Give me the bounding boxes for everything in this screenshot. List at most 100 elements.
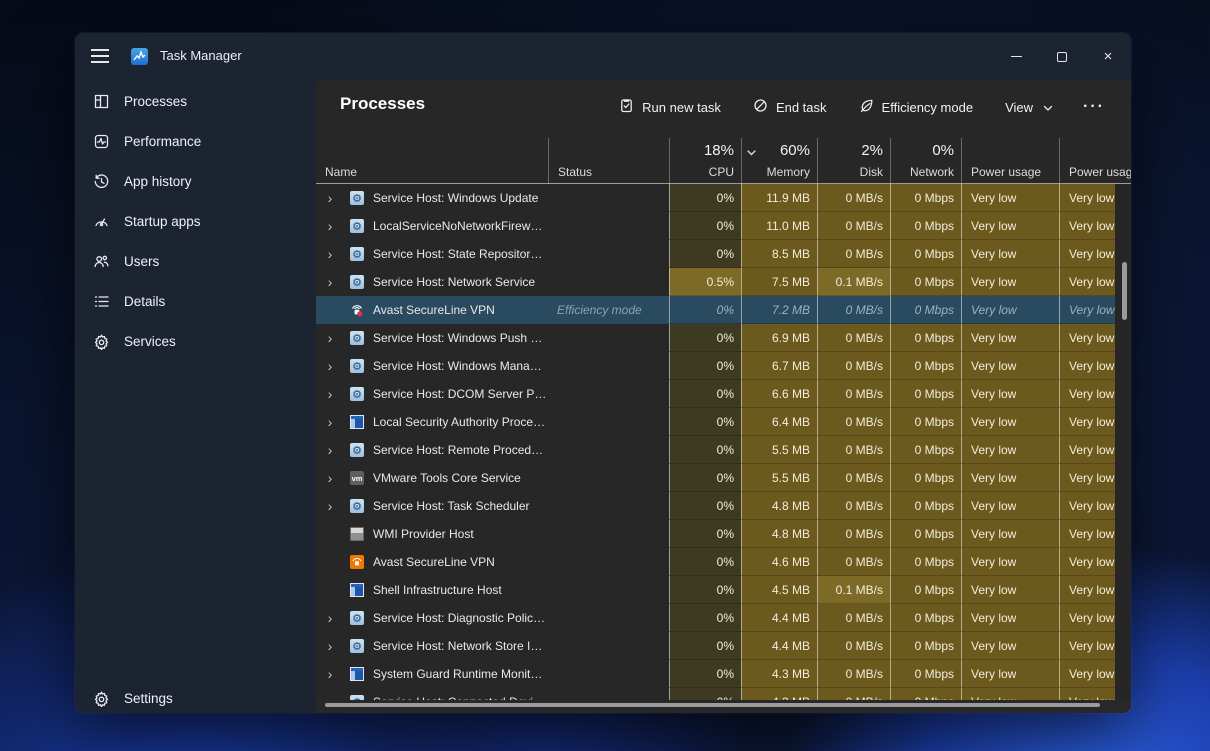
process-name-cell: ›⚙Service Host: Network Service <box>316 268 548 296</box>
column-header-power-usage[interactable]: Power usage <box>961 138 1059 184</box>
minimize-button[interactable] <box>993 33 1039 80</box>
table-row[interactable]: WMI Provider Host0%4.8 MB0 MB/s0 MbpsVer… <box>316 520 1131 548</box>
table-row[interactable]: ›⚙Service Host: Remote Procedure...0%5.5… <box>316 436 1131 464</box>
network-cell: 0 Mbps <box>890 604 961 632</box>
memory-cell: 6.4 MB <box>741 408 817 436</box>
sidebar-item-label: Startup apps <box>124 214 201 229</box>
power-usage-trend-cell: Very low <box>1059 660 1115 688</box>
power-usage-cell: Very low <box>961 492 1059 520</box>
expand-chevron-icon[interactable]: › <box>322 218 338 234</box>
sidebar: Processes Performance App history Startu… <box>75 80 316 713</box>
column-header-cpu[interactable]: 18% CPU <box>669 138 741 184</box>
table-row[interactable]: ›⚙Service Host: State Repository S...0%8… <box>316 240 1131 268</box>
expand-chevron-icon[interactable]: › <box>322 498 338 514</box>
memory-cell: 6.9 MB <box>741 324 817 352</box>
run-new-task-button[interactable]: Run new task <box>607 92 733 122</box>
expand-chevron-icon[interactable]: › <box>322 442 338 458</box>
cpu-cell: 0% <box>669 408 741 436</box>
power-usage-trend-cell: Very low <box>1059 352 1115 380</box>
startup-apps-icon <box>92 212 110 230</box>
process-name: WMI Provider Host <box>373 527 474 541</box>
expand-chevron-icon[interactable]: › <box>322 610 338 626</box>
status-cell <box>548 324 669 352</box>
expand-chevron-icon[interactable]: › <box>322 330 338 346</box>
process-name: Service Host: Windows Update <box>373 191 538 205</box>
cpu-cell: 0% <box>669 352 741 380</box>
clipboard-check-icon <box>619 98 634 116</box>
status-cell <box>548 660 669 688</box>
table-row[interactable]: ›⚙Service Host: Diagnostic Policy ...0%4… <box>316 604 1131 632</box>
table-row[interactable]: ›⚙Service Host: DCOM Server Proc...0%6.6… <box>316 380 1131 408</box>
power-usage-cell: Very low <box>961 436 1059 464</box>
table-row[interactable]: ›⚙Service Host: Task Scheduler0%4.8 MB0 … <box>316 492 1131 520</box>
column-header-power-usage-trend[interactable]: Power usage trend <box>1059 138 1131 184</box>
view-dropdown[interactable]: View <box>993 94 1065 121</box>
column-header-network[interactable]: 0% Network <box>890 138 961 184</box>
disk-cell: 0 MB/s <box>817 212 890 240</box>
column-header-memory[interactable]: 60% Memory <box>741 138 817 184</box>
table-row[interactable]: ›⚙Service Host: Network Store Inte...0%4… <box>316 632 1131 660</box>
cpu-cell: 0% <box>669 380 741 408</box>
service-gear-icon: ⚙ <box>350 331 364 345</box>
table-row[interactable]: ›⚙LocalServiceNoNetworkFirewall ...0%11.… <box>316 212 1131 240</box>
expand-chevron-icon[interactable]: › <box>322 358 338 374</box>
expand-chevron-icon[interactable]: › <box>322 414 338 430</box>
process-name-cell: ›Local Security Authority Process... <box>316 408 548 436</box>
disk-cell: 0 MB/s <box>817 632 890 660</box>
expand-chevron-icon[interactable]: › <box>322 246 338 262</box>
expand-chevron-icon[interactable]: › <box>322 666 338 682</box>
expand-chevron-icon[interactable]: › <box>322 470 338 486</box>
table-row[interactable]: ›System Guard Runtime Monitor...0%4.3 MB… <box>316 660 1131 688</box>
sidebar-item-label: Services <box>124 334 176 349</box>
expand-chevron-icon[interactable]: › <box>322 274 338 290</box>
table-row[interactable]: ›⚙Service Host: Connected Device...0%4.3… <box>316 688 1131 700</box>
network-cell: 0 Mbps <box>890 352 961 380</box>
table-header-row: Name Status 18% CPU 60% Memory 2% Disk 0… <box>316 138 1131 184</box>
table-row[interactable]: Avast SecureLine VPN0%4.6 MB0 MB/s0 Mbps… <box>316 548 1131 576</box>
process-name-cell: ›⚙LocalServiceNoNetworkFirewall ... <box>316 212 548 240</box>
disk-cell: 0 MB/s <box>817 492 890 520</box>
status-cell <box>548 548 669 576</box>
network-cell: 0 Mbps <box>890 380 961 408</box>
cpu-cell: 0% <box>669 688 741 700</box>
vertical-scrollbar[interactable] <box>1122 262 1127 320</box>
table-row[interactable]: ›Local Security Authority Process... 0%6.… <box>316 408 1131 436</box>
hamburger-menu-icon[interactable] <box>91 49 109 63</box>
sidebar-item-users[interactable]: Users <box>80 243 310 279</box>
expand-chevron-icon[interactable]: › <box>322 190 338 206</box>
expand-chevron-icon[interactable]: › <box>322 638 338 654</box>
expand-chevron-icon[interactable]: › <box>322 386 338 402</box>
memory-cell: 6.7 MB <box>741 352 817 380</box>
users-icon <box>92 252 110 270</box>
table-row[interactable]: ›⚙Service Host: Windows Manage...0%6.7 M… <box>316 352 1131 380</box>
efficiency-mode-button[interactable]: Efficiency mode <box>847 92 986 122</box>
service-gear-icon: ⚙ <box>350 443 364 457</box>
sidebar-item-settings[interactable]: Settings <box>80 680 310 713</box>
process-name: Service Host: Windows Manage... <box>373 359 548 373</box>
sidebar-item-services[interactable]: Services <box>80 323 310 359</box>
table-row[interactable]: ›⚙Service Host: Network Service0.5%7.5 M… <box>316 268 1131 296</box>
maximize-button[interactable] <box>1039 33 1085 80</box>
sidebar-item-details[interactable]: Details <box>80 283 310 319</box>
sidebar-item-performance[interactable]: Performance <box>80 123 310 159</box>
cpu-cell: 0% <box>669 492 741 520</box>
table-row[interactable]: ›⚙Service Host: Windows Update0%11.9 MB0… <box>316 184 1131 212</box>
more-options-button[interactable]: ··· <box>1073 94 1115 120</box>
sidebar-item-app-history[interactable]: App history <box>80 163 310 199</box>
sidebar-item-startup-apps[interactable]: Startup apps <box>80 203 310 239</box>
end-task-button[interactable]: End task <box>741 92 839 122</box>
table-row[interactable]: Avast SecureLine VPNEfficiency mode0%7.2… <box>316 296 1131 324</box>
table-row[interactable]: ›vmVMware Tools Core Service0%5.5 MB0 MB… <box>316 464 1131 492</box>
column-header-status[interactable]: Status <box>548 138 669 184</box>
power-usage-cell: Very low <box>961 296 1059 324</box>
network-cell: 0 Mbps <box>890 520 961 548</box>
sidebar-item-processes[interactable]: Processes <box>80 83 310 119</box>
process-name: Service Host: Task Scheduler <box>373 499 530 513</box>
column-header-name[interactable]: Name <box>316 138 548 184</box>
close-button[interactable]: × <box>1085 33 1131 80</box>
disk-cell: 0 MB/s <box>817 380 890 408</box>
horizontal-scrollbar[interactable] <box>325 703 1100 707</box>
table-row[interactable]: ›⚙Service Host: Windows Push No...0%6.9 … <box>316 324 1131 352</box>
table-row[interactable]: Shell Infrastructure Host0%4.5 MB0.1 MB/… <box>316 576 1131 604</box>
column-header-disk[interactable]: 2% Disk <box>817 138 890 184</box>
